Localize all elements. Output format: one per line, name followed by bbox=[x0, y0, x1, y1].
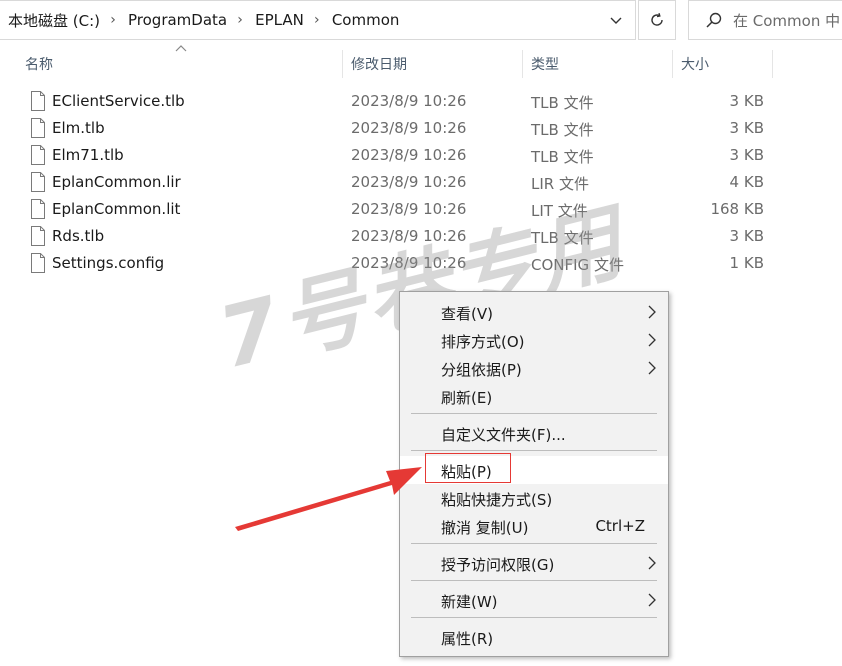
menu-item-label: 粘贴(P) bbox=[441, 463, 492, 481]
menu-item-sort-by[interactable]: 排序方式(O) bbox=[400, 326, 668, 354]
menu-item-view[interactable]: 查看(V) bbox=[400, 298, 668, 326]
breadcrumb-separator-icon[interactable]: › bbox=[235, 12, 245, 28]
file-name[interactable]: EClientService.tlb bbox=[52, 92, 185, 110]
column-header-name[interactable]: 名称 bbox=[17, 50, 343, 78]
file-icon bbox=[31, 118, 45, 138]
menu-item-label: 属性(R) bbox=[441, 630, 494, 648]
file-size: 4 KB bbox=[729, 173, 764, 191]
menu-item-properties[interactable]: 属性(R) bbox=[400, 623, 668, 651]
search-placeholder[interactable]: 在 Common 中 bbox=[733, 10, 840, 31]
address-bar[interactable]: 本地磁盘 (C:) › ProgramData › EPLAN › Common bbox=[0, 0, 636, 40]
menu-item-group-by[interactable]: 分组依据(P) bbox=[400, 354, 668, 382]
chevron-down-icon[interactable] bbox=[609, 13, 623, 27]
menu-item-label: 分组依据(P) bbox=[441, 361, 522, 379]
file-type: TLB 文件 bbox=[531, 229, 594, 247]
menu-item-shortcut: Ctrl+Z bbox=[595, 517, 645, 535]
menu-item-undo-copy[interactable]: 撤消 复制(U) Ctrl+Z bbox=[400, 512, 668, 540]
file-icon bbox=[31, 253, 45, 273]
file-name[interactable]: Elm.tlb bbox=[52, 119, 105, 137]
column-header-type[interactable]: 类型 bbox=[523, 50, 673, 78]
chevron-right-icon bbox=[648, 305, 656, 319]
file-type: TLB 文件 bbox=[531, 94, 594, 112]
breadcrumb-separator-icon[interactable]: › bbox=[312, 12, 322, 28]
refresh-button[interactable] bbox=[638, 0, 676, 40]
menu-item-label: 粘贴快捷方式(S) bbox=[441, 491, 553, 509]
column-header-date-label: 修改日期 bbox=[351, 57, 407, 73]
column-header-name-label: 名称 bbox=[25, 57, 53, 73]
file-size: 3 KB bbox=[729, 227, 764, 245]
file-name[interactable]: Settings.config bbox=[52, 254, 164, 272]
menu-separator bbox=[411, 617, 657, 618]
file-size: 168 KB bbox=[710, 200, 764, 218]
search-icon bbox=[706, 12, 722, 28]
file-type: TLB 文件 bbox=[531, 121, 594, 139]
file-type: LIT 文件 bbox=[531, 202, 588, 220]
menu-item-refresh[interactable]: 刷新(E) bbox=[400, 382, 668, 410]
menu-item-new[interactable]: 新建(W) bbox=[400, 586, 668, 614]
menu-item-label: 撤消 复制(U) bbox=[441, 519, 529, 537]
refresh-icon bbox=[651, 13, 663, 26]
breadcrumb-drive[interactable]: 本地磁盘 (C:) bbox=[0, 10, 108, 31]
file-icon bbox=[31, 226, 45, 246]
file-icon bbox=[31, 199, 45, 219]
file-size: 3 KB bbox=[729, 146, 764, 164]
file-date: 2023/8/9 10:26 bbox=[351, 227, 467, 245]
column-header-size[interactable]: 大小 bbox=[673, 50, 773, 78]
file-type: CONFIG 文件 bbox=[531, 256, 624, 274]
file-type: TLB 文件 bbox=[531, 148, 594, 166]
chevron-right-icon bbox=[648, 361, 656, 375]
menu-item-label: 刷新(E) bbox=[441, 389, 493, 407]
file-name[interactable]: Elm71.tlb bbox=[52, 146, 124, 164]
menu-separator bbox=[411, 580, 657, 581]
file-name[interactable]: EplanCommon.lit bbox=[52, 200, 180, 218]
breadcrumb-eplan[interactable]: EPLAN bbox=[245, 11, 312, 29]
file-size: 3 KB bbox=[729, 119, 764, 137]
file-type: LIR 文件 bbox=[531, 175, 589, 193]
file-size: 1 KB bbox=[729, 254, 764, 272]
file-date: 2023/8/9 10:26 bbox=[351, 200, 467, 218]
file-name[interactable]: Rds.tlb bbox=[52, 227, 104, 245]
file-icon bbox=[31, 145, 45, 165]
breadcrumb-common[interactable]: Common bbox=[322, 11, 408, 29]
chevron-right-icon bbox=[648, 333, 656, 347]
menu-item-label: 查看(V) bbox=[441, 305, 493, 323]
menu-separator bbox=[411, 543, 657, 544]
breadcrumb-programdata[interactable]: ProgramData bbox=[118, 11, 235, 29]
column-header-size-label: 大小 bbox=[681, 57, 709, 73]
menu-item-customize-folder[interactable]: 自定义文件夹(F)... bbox=[400, 419, 668, 447]
menu-item-label: 自定义文件夹(F)... bbox=[441, 426, 566, 444]
file-date: 2023/8/9 10:26 bbox=[351, 173, 467, 191]
file-row[interactable]: Rds.tlb 2023/8/9 10:26 TLB 文件 3 KB bbox=[0, 223, 842, 250]
chevron-right-icon bbox=[648, 593, 656, 607]
chevron-right-icon bbox=[648, 556, 656, 570]
menu-item-paste-shortcut[interactable]: 粘贴快捷方式(S) bbox=[400, 484, 668, 512]
file-date: 2023/8/9 10:26 bbox=[351, 254, 467, 272]
file-row[interactable]: EplanCommon.lit 2023/8/9 10:26 LIT 文件 16… bbox=[0, 196, 842, 223]
file-list: EClientService.tlb 2023/8/9 10:26 TLB 文件… bbox=[0, 88, 842, 277]
file-row[interactable]: Settings.config 2023/8/9 10:26 CONFIG 文件… bbox=[0, 250, 842, 277]
file-row[interactable]: Elm71.tlb 2023/8/9 10:26 TLB 文件 3 KB bbox=[0, 142, 842, 169]
file-icon bbox=[31, 172, 45, 192]
file-size: 3 KB bbox=[729, 92, 764, 110]
file-name[interactable]: EplanCommon.lir bbox=[52, 173, 181, 191]
file-icon bbox=[31, 91, 45, 111]
file-row[interactable]: Elm.tlb 2023/8/9 10:26 TLB 文件 3 KB bbox=[0, 115, 842, 142]
menu-separator bbox=[411, 413, 657, 414]
file-date: 2023/8/9 10:26 bbox=[351, 119, 467, 137]
column-header-type-label: 类型 bbox=[531, 57, 559, 73]
menu-item-paste[interactable]: 粘贴(P) bbox=[400, 456, 668, 484]
menu-item-label: 授予访问权限(G) bbox=[441, 556, 555, 574]
file-row[interactable]: EplanCommon.lir 2023/8/9 10:26 LIR 文件 4 … bbox=[0, 169, 842, 196]
menu-item-label: 排序方式(O) bbox=[441, 333, 525, 351]
menu-item-give-access[interactable]: 授予访问权限(G) bbox=[400, 549, 668, 577]
menu-separator bbox=[411, 450, 657, 451]
search-box[interactable]: 在 Common 中 bbox=[688, 0, 842, 40]
breadcrumb-separator-icon[interactable]: › bbox=[108, 12, 118, 28]
menu-item-label: 新建(W) bbox=[441, 593, 498, 611]
context-menu: 查看(V) 排序方式(O) 分组依据(P) 刷新(E) 自定义文件夹(F)...… bbox=[399, 291, 669, 657]
file-date: 2023/8/9 10:26 bbox=[351, 92, 467, 110]
file-row[interactable]: EClientService.tlb 2023/8/9 10:26 TLB 文件… bbox=[0, 88, 842, 115]
column-header-date[interactable]: 修改日期 bbox=[343, 50, 523, 78]
file-date: 2023/8/9 10:26 bbox=[351, 146, 467, 164]
